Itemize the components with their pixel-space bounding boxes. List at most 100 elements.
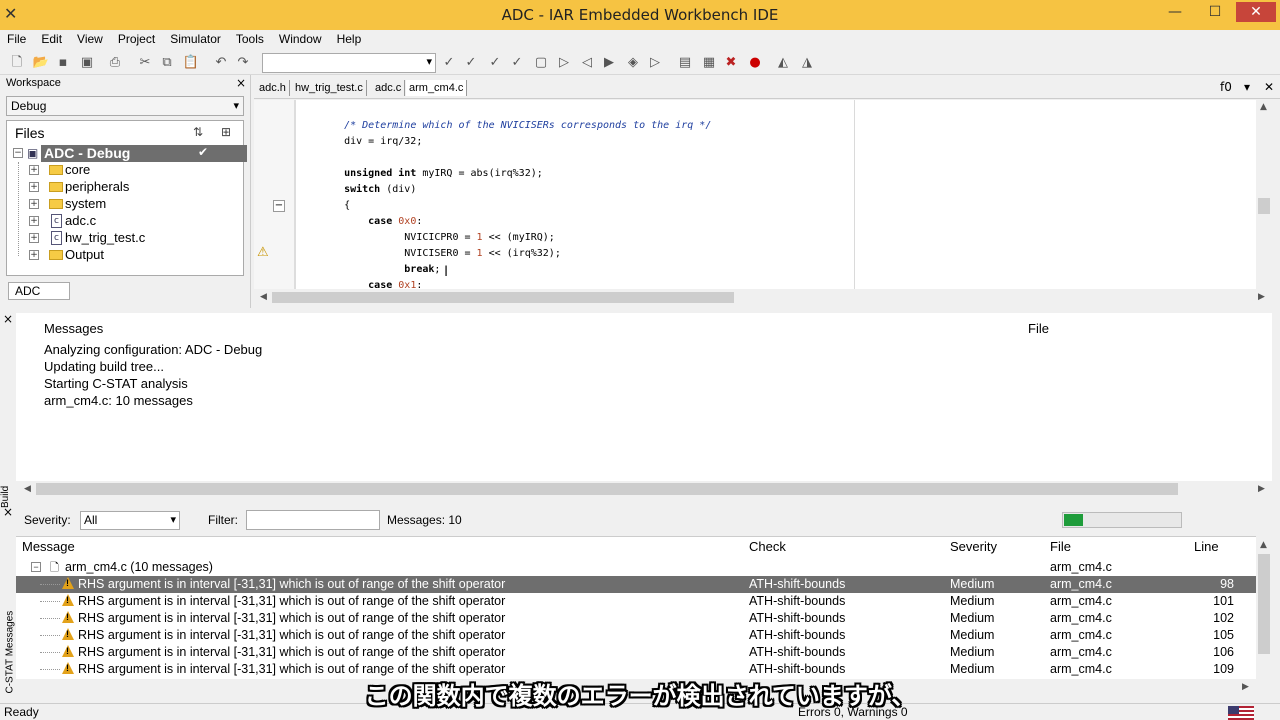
undo-icon[interactable]: ↶: [212, 54, 230, 72]
menu-edit[interactable]: Edit: [34, 30, 70, 46]
build-line[interactable]: arm_cm4.c: 10 messages: [44, 393, 193, 408]
save-all-icon[interactable]: ▣: [78, 54, 96, 72]
compile-icon[interactable]: ▤: [676, 54, 694, 72]
table-row[interactable]: RHS argument is in interval [-31,31] whi…: [16, 576, 1256, 593]
code-editor[interactable]: − ⚠ /* Determine which of the NVICISERs …: [254, 100, 1270, 291]
build-line[interactable]: Updating build tree...: [44, 359, 164, 374]
table-row[interactable]: RHS argument is in interval [-31,31] whi…: [16, 627, 1256, 644]
tree-root-adc-debug[interactable]: − ▣ ADC - Debug ✔: [13, 145, 247, 162]
cstat-close-icon[interactable]: ×: [3, 505, 13, 519]
tree-item-adc-c[interactable]: + c adc.c: [13, 213, 243, 230]
nav-forward-icon[interactable]: ▷: [646, 54, 664, 72]
expand-icon[interactable]: +: [29, 216, 39, 226]
editor-close-icon[interactable]: ✕: [1264, 80, 1274, 94]
bookmark-prev-icon[interactable]: ▶: [600, 54, 618, 72]
tab-hw-trig-test-c[interactable]: hw_trig_test.c: [292, 80, 367, 96]
code-line[interactable]: case 0x0:: [320, 214, 711, 230]
scroll-up-icon[interactable]: ▲: [1260, 102, 1267, 112]
tree-item-core[interactable]: + core: [13, 162, 243, 179]
filter-input[interactable]: [246, 510, 380, 530]
expand-icon[interactable]: +: [29, 199, 39, 209]
expand-icon[interactable]: +: [29, 182, 39, 192]
menu-tools[interactable]: Tools: [229, 30, 272, 46]
col-message[interactable]: Message: [22, 539, 75, 554]
scroll-left-icon[interactable]: ◀: [260, 292, 267, 302]
find-next-icon[interactable]: ✓: [462, 54, 480, 72]
toolbar-search-combo[interactable]: ▾: [262, 53, 436, 73]
scroll-thumb[interactable]: [272, 292, 734, 303]
minimize-button[interactable]: —: [1162, 2, 1188, 22]
code-line[interactable]: NVICISER0 = 1 << (irq%32);: [320, 246, 711, 262]
col-line[interactable]: Line: [1194, 539, 1219, 554]
breakpoint-icon[interactable]: ●: [746, 54, 764, 72]
options-icon[interactable]: ⊞: [221, 125, 231, 139]
tab-adc-h[interactable]: adc.h: [256, 80, 290, 96]
workspace-tab-adc[interactable]: ADC: [8, 282, 70, 300]
new-file-icon[interactable]: 🗋: [8, 54, 26, 72]
build-side-tab[interactable]: Build: [0, 470, 14, 508]
code-line[interactable]: unsigned int myIRQ = abs(irq%32);: [320, 166, 711, 182]
menu-simulator[interactable]: Simulator: [163, 30, 229, 46]
menu-project[interactable]: Project: [111, 30, 163, 46]
build-line[interactable]: Starting C-STAT analysis: [44, 376, 188, 391]
editor-vertical-scrollbar[interactable]: ▲: [1256, 100, 1272, 289]
col-check[interactable]: Check: [749, 539, 786, 554]
warning-icon[interactable]: ⚠: [257, 245, 269, 260]
code-line[interactable]: div = irq/32;: [320, 134, 711, 150]
tree-item-hw-trig-test-c[interactable]: + c hw_trig_test.c: [13, 230, 243, 247]
open-icon[interactable]: 📂: [32, 54, 50, 72]
severity-select[interactable]: All ▾: [80, 511, 180, 530]
scroll-up-icon[interactable]: ▲: [1260, 540, 1267, 550]
scroll-thumb[interactable]: [36, 483, 1178, 495]
debug-no-download-icon[interactable]: ◮: [798, 54, 816, 72]
expand-icon[interactable]: +: [29, 250, 39, 260]
tab-adc-c[interactable]: adc.c: [372, 80, 406, 96]
cstat-vertical-scrollbar[interactable]: ▲: [1256, 536, 1272, 682]
workspace-config-select[interactable]: Debug ▾: [6, 96, 244, 116]
group-row[interactable]: − 🗋 arm_cm4.c (10 messages) arm_cm4.c: [16, 559, 1256, 576]
table-row[interactable]: RHS argument is in interval [-31,31] whi…: [16, 593, 1256, 610]
scroll-right-icon[interactable]: ▶: [1258, 484, 1265, 494]
redo-icon[interactable]: ↷: [234, 54, 252, 72]
tree-item-system[interactable]: + system: [13, 196, 243, 213]
stop-build-icon[interactable]: ✖: [722, 54, 740, 72]
code-line[interactable]: /* Determine which of the NVICISERs corr…: [320, 118, 711, 134]
goto-icon[interactable]: ▢: [532, 54, 550, 72]
menu-help[interactable]: Help: [330, 30, 370, 46]
find-prev-icon[interactable]: ✓: [486, 54, 504, 72]
copy-icon[interactable]: ⧉: [158, 54, 176, 72]
col-severity[interactable]: Severity: [950, 539, 997, 554]
make-icon[interactable]: ▦: [700, 54, 718, 72]
code-line[interactable]: switch (div): [320, 182, 711, 198]
table-row[interactable]: RHS argument is in interval [-31,31] whi…: [16, 610, 1256, 627]
sort-icon[interactable]: ⇅: [193, 125, 203, 139]
function-navigator[interactable]: f0: [1220, 80, 1232, 94]
tree-item-output[interactable]: + Output: [13, 247, 243, 264]
replace-icon[interactable]: ✓: [508, 54, 526, 72]
scroll-right-icon[interactable]: ▶: [1258, 292, 1265, 302]
code-line[interactable]: break;: [320, 262, 711, 278]
workspace-close-icon[interactable]: ×: [236, 76, 246, 90]
build-line[interactable]: Analyzing configuration: ADC - Debug: [44, 342, 262, 357]
scroll-thumb[interactable]: [1258, 198, 1270, 214]
code-line[interactable]: {: [320, 198, 711, 214]
maximize-button[interactable]: ☐: [1202, 2, 1228, 22]
menu-view[interactable]: View: [70, 30, 111, 46]
tab-arm-cm4-c[interactable]: arm_cm4.c: [406, 80, 468, 96]
table-row[interactable]: RHS argument is in interval [-31,31] whi…: [16, 644, 1256, 661]
expand-icon[interactable]: +: [29, 233, 39, 243]
tree-item-peripherals[interactable]: + peripherals: [13, 179, 243, 196]
save-icon[interactable]: ▪: [54, 54, 72, 72]
bookmark-next-icon[interactable]: ◁: [578, 54, 596, 72]
print-icon[interactable]: ⎙: [106, 54, 124, 72]
bookmark-icon[interactable]: ▷: [555, 54, 573, 72]
collapse-icon[interactable]: −: [31, 562, 41, 572]
fold-icon[interactable]: −: [273, 200, 285, 212]
editor-horizontal-scrollbar[interactable]: ◀ ▶: [254, 289, 1272, 305]
build-horizontal-scrollbar[interactable]: ◀ ▶: [16, 481, 1272, 497]
close-button[interactable]: ✕: [1236, 2, 1276, 22]
menu-file[interactable]: File: [0, 30, 34, 46]
find-icon[interactable]: ✓: [440, 54, 458, 72]
collapse-icon[interactable]: −: [13, 148, 23, 158]
menu-window[interactable]: Window: [272, 30, 330, 46]
